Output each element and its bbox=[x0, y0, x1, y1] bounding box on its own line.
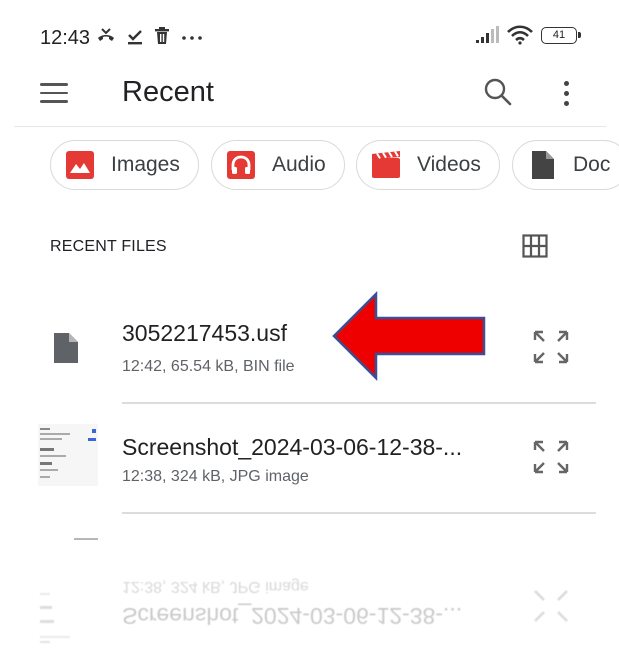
expand-icon[interactable] bbox=[532, 438, 570, 476]
file-name: Screenshot_2024-03-06-12-38-... bbox=[122, 434, 463, 460]
more-options-button[interactable] bbox=[554, 76, 578, 110]
battery-icon: 41 bbox=[541, 26, 581, 44]
status-system-icons: 41 bbox=[475, 25, 581, 45]
app-bar-divider bbox=[14, 126, 606, 127]
document-icon bbox=[532, 151, 554, 179]
section-title-recent-files: RECENT FILES bbox=[50, 238, 167, 255]
wifi-icon bbox=[507, 25, 533, 45]
reflection: Screenshot_2024-03-06-12-38-... 12:38, 3… bbox=[0, 520, 619, 667]
reflection-fade bbox=[0, 520, 619, 667]
more-vert-icon bbox=[563, 80, 569, 86]
category-chips: Images Audio Videos Doc bbox=[0, 138, 619, 194]
menu-button[interactable] bbox=[40, 78, 70, 108]
chip-label: Images bbox=[111, 153, 180, 176]
page-title: Recent bbox=[122, 76, 214, 108]
file-meta: 12:42, 65.54 kB, BIN file bbox=[122, 358, 295, 375]
chip-label: Videos bbox=[417, 153, 481, 176]
chip-label: Audio bbox=[272, 153, 326, 176]
annotation-arrow-icon bbox=[332, 290, 486, 382]
list-item[interactable]: Screenshot_2024-03-06-12-38-... 12:38, 3… bbox=[0, 410, 619, 520]
search-icon[interactable] bbox=[482, 76, 514, 108]
status-time: 12:43 bbox=[40, 27, 91, 49]
list-item[interactable]: 3052217453.usf 12:42, 65.54 kB, BIN file bbox=[0, 300, 619, 410]
trash-icon bbox=[155, 27, 169, 44]
headphones-icon bbox=[227, 151, 255, 179]
chip-label: Doc bbox=[573, 153, 611, 176]
grid-view-icon[interactable] bbox=[522, 234, 548, 258]
status-bar: 12:43 41 bbox=[0, 0, 619, 72]
file-name: 3052217453.usf bbox=[122, 320, 287, 346]
signal-icon bbox=[476, 26, 499, 43]
app-bar: Recent bbox=[0, 64, 619, 124]
chip-documents[interactable]: Doc bbox=[512, 140, 619, 190]
screenshot-thumbnail bbox=[38, 424, 98, 486]
status-notification-icons bbox=[96, 26, 204, 46]
more-notifications-icon bbox=[182, 36, 202, 40]
image-icon bbox=[66, 151, 94, 179]
row-divider bbox=[122, 402, 596, 404]
download-done-icon bbox=[128, 30, 142, 45]
file-icon bbox=[54, 333, 78, 363]
clapperboard-icon bbox=[372, 150, 400, 178]
menu-icon bbox=[40, 83, 68, 86]
expand-icon[interactable] bbox=[532, 328, 570, 366]
chip-audio[interactable]: Audio bbox=[211, 140, 345, 190]
missed-call-icon bbox=[98, 28, 114, 41]
chip-images[interactable]: Images bbox=[50, 140, 199, 190]
chip-videos[interactable]: Videos bbox=[356, 140, 500, 190]
row-divider bbox=[122, 512, 596, 514]
file-meta: 12:38, 324 kB, JPG image bbox=[122, 468, 309, 485]
